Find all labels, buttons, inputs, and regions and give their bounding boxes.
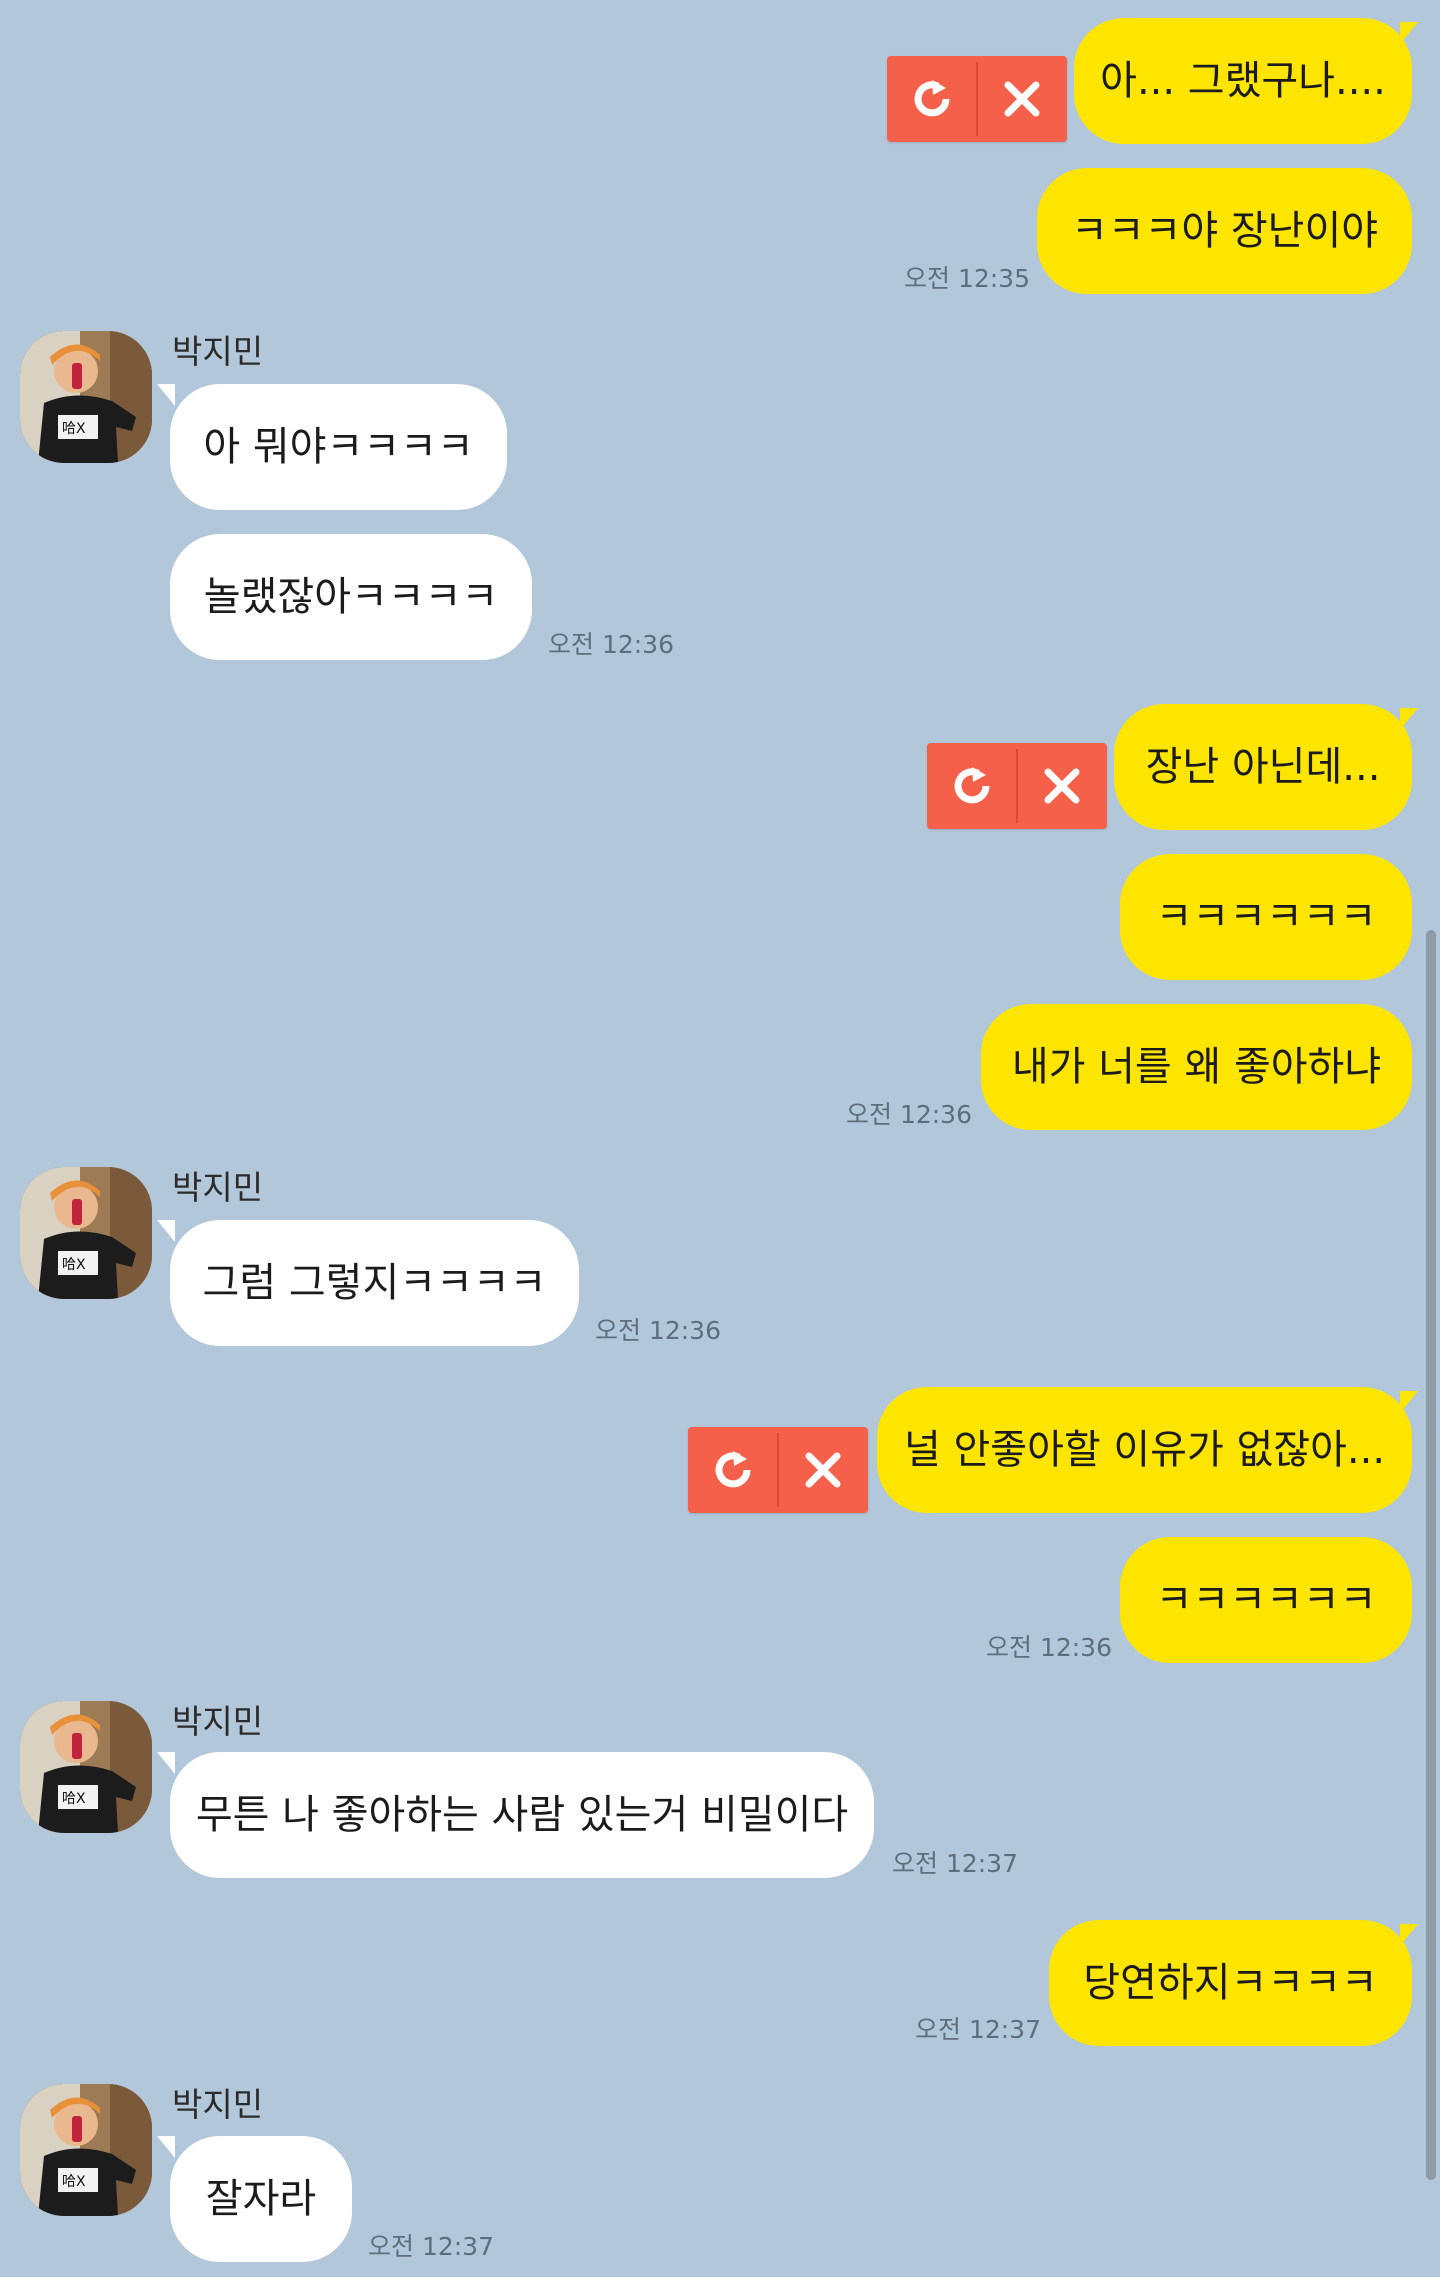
friend-avatar[interactable]: 哈X bbox=[20, 1701, 152, 1833]
message-timestamp: 오전 12:36 bbox=[986, 1633, 1112, 1662]
my-message-bubble[interactable]: ㅋㅋㅋㅋㅋㅋ bbox=[1120, 854, 1412, 980]
friend-name: 박지민 bbox=[172, 332, 264, 371]
friend-message-bubble[interactable]: 잘자라 bbox=[170, 2136, 352, 2262]
friend-name: 박지민 bbox=[172, 2085, 264, 2124]
retry-icon bbox=[914, 80, 950, 117]
profile-photo: 哈X bbox=[20, 331, 152, 463]
retry-button[interactable] bbox=[927, 743, 1017, 829]
profile-photo: 哈X bbox=[20, 1701, 152, 1833]
friend-avatar[interactable]: 哈X bbox=[20, 1167, 152, 1299]
message-timestamp: 오전 12:35 bbox=[904, 264, 1030, 293]
message-timestamp: 오전 12:37 bbox=[892, 1849, 1018, 1878]
my-message-bubble[interactable]: ㅋㅋㅋ야 장난이야 bbox=[1037, 168, 1412, 294]
retry-icon bbox=[715, 1451, 751, 1488]
failed-send-controls bbox=[887, 56, 1067, 142]
friend-message-bubble[interactable]: 그럼 그렇지ㅋㅋㅋㅋ bbox=[170, 1220, 579, 1346]
my-message-bubble[interactable]: 아... 그랬구나.... bbox=[1074, 18, 1412, 144]
profile-photo: 哈X bbox=[20, 1167, 152, 1299]
profile-photo: 哈X bbox=[20, 2084, 152, 2216]
bubble-tail bbox=[157, 1752, 175, 1774]
my-message-bubble[interactable]: 장난 아닌데... bbox=[1114, 704, 1412, 830]
friend-message-bubble[interactable]: 아 뭐야ㅋㅋㅋㅋ bbox=[170, 384, 507, 510]
friend-name: 박지민 bbox=[172, 1168, 264, 1207]
my-message-bubble[interactable]: 널 안좋아할 이유가 없잖아... bbox=[877, 1387, 1412, 1513]
friend-avatar[interactable]: 哈X bbox=[20, 331, 152, 463]
delete-failed-button[interactable] bbox=[1017, 743, 1107, 829]
retry-button[interactable] bbox=[688, 1427, 778, 1513]
failed-send-controls bbox=[927, 743, 1107, 829]
friend-avatar[interactable]: 哈X bbox=[20, 2084, 152, 2216]
bubble-tail bbox=[1400, 708, 1418, 730]
retry-icon bbox=[954, 767, 990, 804]
delete-failed-button[interactable] bbox=[977, 56, 1067, 142]
svg-text:哈X: 哈X bbox=[62, 1257, 86, 1273]
message-timestamp: 오전 12:36 bbox=[548, 630, 674, 659]
bubble-tail bbox=[157, 2136, 175, 2158]
delete-failed-button[interactable] bbox=[778, 1427, 868, 1513]
bubble-tail bbox=[1400, 1924, 1418, 1946]
bubble-tail bbox=[157, 384, 175, 406]
bubble-tail bbox=[1400, 1391, 1418, 1413]
close-icon bbox=[805, 1452, 841, 1488]
svg-text:哈X: 哈X bbox=[62, 1791, 86, 1807]
message-timestamp: 오전 12:37 bbox=[368, 2232, 494, 2261]
my-message-bubble[interactable]: 당연하지ㅋㅋㅋㅋ bbox=[1049, 1920, 1412, 2046]
bubble-tail bbox=[157, 1220, 175, 1242]
svg-text:哈X: 哈X bbox=[62, 421, 86, 437]
friend-message-bubble[interactable]: 무튼 나 좋아하는 사람 있는거 비밀이다 bbox=[170, 1752, 874, 1878]
close-icon bbox=[1004, 81, 1040, 117]
friend-name: 박지민 bbox=[172, 1702, 264, 1741]
my-message-bubble[interactable]: ㅋㅋㅋㅋㅋㅋ bbox=[1120, 1537, 1412, 1663]
message-timestamp: 오전 12:36 bbox=[846, 1100, 972, 1129]
my-message-bubble[interactable]: 내가 너를 왜 좋아하냐 bbox=[981, 1004, 1412, 1130]
message-timestamp: 오전 12:37 bbox=[915, 2015, 1041, 2044]
chat-scrollbar[interactable] bbox=[1426, 930, 1436, 2180]
close-icon bbox=[1044, 768, 1080, 804]
message-timestamp: 오전 12:36 bbox=[595, 1316, 721, 1345]
friend-message-bubble[interactable]: 놀랬잖아ㅋㅋㅋㅋ bbox=[170, 534, 532, 660]
bubble-tail bbox=[1400, 22, 1418, 44]
retry-button[interactable] bbox=[887, 56, 977, 142]
failed-send-controls bbox=[688, 1427, 868, 1513]
svg-text:哈X: 哈X bbox=[62, 2174, 86, 2190]
